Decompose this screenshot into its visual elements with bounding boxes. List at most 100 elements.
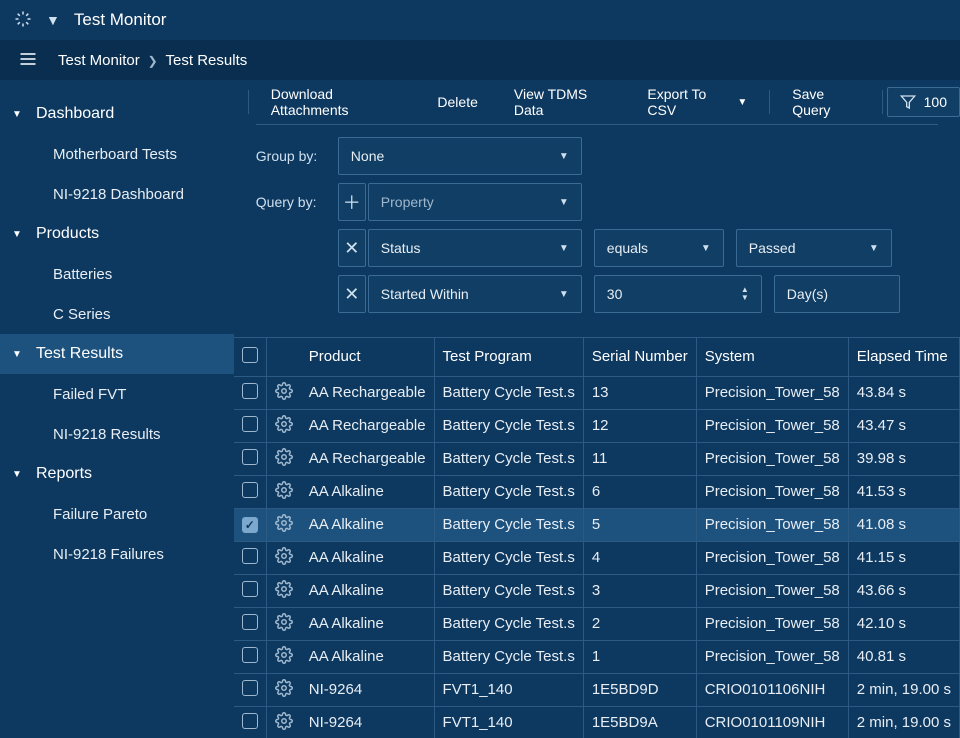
row-gear-cell[interactable] [266, 607, 301, 640]
table-row[interactable]: AA RechargeableBattery Cycle Test.s12Pre… [234, 409, 960, 442]
table-row[interactable]: AA RechargeableBattery Cycle Test.s11Pre… [234, 442, 960, 475]
header-product[interactable]: Product [301, 338, 434, 376]
header-checkbox-cell[interactable] [234, 338, 267, 376]
view-tdms-button[interactable]: View TDMS Data [496, 80, 630, 124]
table-row[interactable]: NI-9264FVT1_1401E5BD9ACRIO0101109NIH2 mi… [234, 706, 960, 738]
row-checkbox-cell[interactable] [234, 706, 267, 738]
row-checkbox[interactable] [242, 647, 258, 663]
query-property-select[interactable]: Status▼ [368, 229, 582, 267]
row-gear-cell[interactable] [266, 640, 301, 673]
property-select[interactable]: Property▼ [368, 183, 582, 221]
row-checkbox-cell[interactable] [234, 409, 267, 442]
gear-icon[interactable] [275, 519, 293, 536]
download-attachments-button[interactable]: Download Attachments [253, 80, 420, 124]
table-row[interactable]: NI-9264FVT1_1401E5BD9DCRIO0101106NIH2 mi… [234, 673, 960, 706]
nav-item[interactable]: Failure Pareto [0, 494, 234, 534]
nav-section[interactable]: ▼Products [0, 214, 234, 254]
gear-icon[interactable] [275, 420, 293, 437]
row-gear-cell[interactable] [266, 574, 301, 607]
row-checkbox[interactable] [242, 713, 258, 729]
row-gear-cell[interactable] [266, 475, 301, 508]
remove-query-row-button[interactable]: ✕ [338, 229, 366, 267]
menu-icon[interactable] [18, 49, 38, 72]
row-checkbox[interactable] [242, 517, 258, 533]
cell-system: Precision_Tower_58 [696, 574, 848, 607]
table-row[interactable]: AA AlkalineBattery Cycle Test.s6Precisio… [234, 475, 960, 508]
row-checkbox-cell[interactable] [234, 541, 267, 574]
app-dropdown-icon[interactable]: ▼ [46, 12, 60, 28]
gear-icon[interactable] [275, 618, 293, 635]
row-checkbox-cell[interactable] [234, 475, 267, 508]
nav-section[interactable]: ▼Reports [0, 454, 234, 494]
header-program[interactable]: Test Program [434, 338, 583, 376]
table-row[interactable]: AA AlkalineBattery Cycle Test.s3Precisio… [234, 574, 960, 607]
group-by-select[interactable]: None▼ [338, 137, 582, 175]
row-checkbox-cell[interactable] [234, 673, 267, 706]
gear-icon[interactable] [275, 717, 293, 734]
delete-button[interactable]: Delete [419, 80, 495, 124]
row-checkbox-cell[interactable] [234, 574, 267, 607]
table-row[interactable]: AA AlkalineBattery Cycle Test.s5Precisio… [234, 508, 960, 541]
header-serial[interactable]: Serial Number [583, 338, 696, 376]
row-checkbox[interactable] [242, 383, 258, 399]
row-gear-cell[interactable] [266, 508, 301, 541]
table-row[interactable]: AA AlkalineBattery Cycle Test.s1Precisio… [234, 640, 960, 673]
row-gear-cell[interactable] [266, 673, 301, 706]
query-number-input[interactable]: 30▲▼ [594, 275, 762, 313]
nav-section[interactable]: ▼Test Results [0, 334, 234, 374]
row-checkbox[interactable] [242, 449, 258, 465]
nav-item[interactable]: NI-9218 Results [0, 414, 234, 454]
row-gear-cell[interactable] [266, 442, 301, 475]
gear-icon[interactable] [275, 552, 293, 569]
row-checkbox-cell[interactable] [234, 442, 267, 475]
breadcrumb-current[interactable]: Test Results [166, 52, 248, 69]
export-csv-button[interactable]: Export To CSV▼ [629, 80, 765, 124]
nav-item[interactable]: NI-9218 Dashboard [0, 174, 234, 214]
row-checkbox[interactable] [242, 416, 258, 432]
app-icon[interactable] [14, 10, 32, 31]
filter-count-chip[interactable]: 100 [887, 87, 960, 117]
row-checkbox-cell[interactable] [234, 640, 267, 673]
row-gear-cell[interactable] [266, 376, 301, 409]
cell-program: Battery Cycle Test.s [434, 409, 583, 442]
gear-icon[interactable] [275, 453, 293, 470]
nav-item[interactable]: C Series [0, 294, 234, 334]
breadcrumb-root[interactable]: Test Monitor [58, 52, 140, 69]
query-property-select[interactable]: Started Within▼ [368, 275, 582, 313]
query-value-select[interactable]: Passed▼ [736, 229, 892, 267]
save-query-button[interactable]: Save Query [774, 80, 877, 124]
spinner-icon[interactable]: ▲▼ [741, 286, 749, 302]
gear-icon[interactable] [275, 651, 293, 668]
gear-icon[interactable] [275, 585, 293, 602]
table-row[interactable]: AA AlkalineBattery Cycle Test.s2Precisio… [234, 607, 960, 640]
row-gear-cell[interactable] [266, 706, 301, 738]
query-operator-select[interactable]: equals▼ [594, 229, 724, 267]
nav-item-label: Failed FVT [53, 386, 126, 403]
add-query-button[interactable]: ＋ [338, 183, 366, 221]
row-checkbox[interactable] [242, 680, 258, 696]
query-unit-select[interactable]: Day(s) [774, 275, 900, 313]
nav-item[interactable]: Motherboard Tests [0, 134, 234, 174]
row-checkbox[interactable] [242, 482, 258, 498]
header-elapsed[interactable]: Elapsed Time [848, 338, 959, 376]
remove-query-row-button[interactable]: ✕ [338, 275, 366, 313]
gear-icon[interactable] [275, 387, 293, 404]
table-row[interactable]: AA AlkalineBattery Cycle Test.s4Precisio… [234, 541, 960, 574]
header-system[interactable]: System [696, 338, 848, 376]
nav-item[interactable]: NI-9218 Failures [0, 534, 234, 574]
gear-icon[interactable] [275, 486, 293, 503]
table-row[interactable]: AA RechargeableBattery Cycle Test.s13Pre… [234, 376, 960, 409]
gear-icon[interactable] [275, 684, 293, 701]
row-checkbox[interactable] [242, 614, 258, 630]
row-checkbox-cell[interactable] [234, 607, 267, 640]
row-gear-cell[interactable] [266, 409, 301, 442]
select-all-checkbox[interactable] [242, 347, 258, 363]
row-checkbox[interactable] [242, 581, 258, 597]
nav-item[interactable]: Failed FVT [0, 374, 234, 414]
row-gear-cell[interactable] [266, 541, 301, 574]
row-checkbox[interactable] [242, 548, 258, 564]
nav-item[interactable]: Batteries [0, 254, 234, 294]
row-checkbox-cell[interactable] [234, 508, 267, 541]
row-checkbox-cell[interactable] [234, 376, 267, 409]
nav-section[interactable]: ▼Dashboard [0, 94, 234, 134]
